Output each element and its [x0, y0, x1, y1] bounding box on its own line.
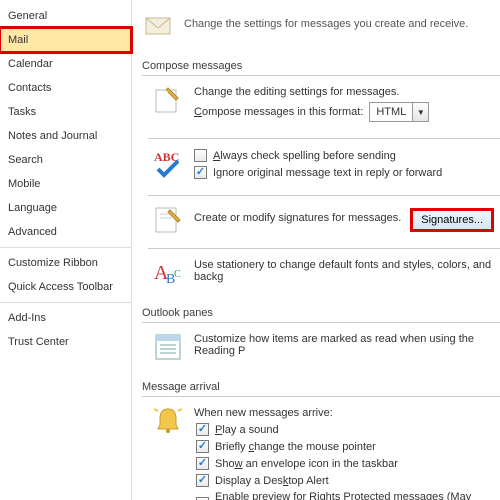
- change-pointer-label: Briefly change the mouse pointer: [215, 441, 376, 453]
- sidebar-separator: [0, 247, 131, 248]
- edit-icon: [152, 84, 184, 116]
- play-sound-checkbox[interactable]: [196, 423, 209, 436]
- sidebar-item-calendar[interactable]: Calendar: [0, 52, 131, 76]
- sidebar-item-search[interactable]: Search: [0, 148, 131, 172]
- bell-icon: [152, 405, 184, 437]
- arrival-intro: When new messages arrive:: [194, 407, 500, 419]
- signatures-button[interactable]: Signatures...: [412, 210, 492, 230]
- hero-text: Change the settings for messages you cre…: [184, 18, 468, 30]
- sidebar-item-trust-center[interactable]: Trust Center: [0, 330, 131, 354]
- ignore-original-checkbox[interactable]: [194, 166, 207, 179]
- section-panes-title: Outlook panes: [142, 303, 500, 323]
- options-sidebar: General Mail Calendar Contacts Tasks Not…: [0, 0, 132, 500]
- sidebar-item-mobile[interactable]: Mobile: [0, 172, 131, 196]
- sidebar-item-language[interactable]: Language: [0, 196, 131, 220]
- envelope-taskbar-checkbox[interactable]: [196, 457, 209, 470]
- sidebar-item-quick-access-toolbar[interactable]: Quick Access Toolbar: [0, 275, 131, 299]
- sidebar-separator: [0, 302, 131, 303]
- rights-protected-label: Enable preview for Rights Protected mess…: [215, 491, 500, 500]
- compose-format-dropdown[interactable]: HTML ▼: [369, 102, 429, 122]
- chevron-down-icon[interactable]: ▼: [412, 103, 428, 121]
- reading-pane-text: Customize how items are marked as read w…: [194, 333, 500, 357]
- envelope-taskbar-label: Show an envelope icon in the taskbar: [215, 458, 398, 470]
- sidebar-item-general[interactable]: General: [0, 4, 131, 28]
- sidebar-item-tasks[interactable]: Tasks: [0, 100, 131, 124]
- hero: Change the settings for messages you cre…: [142, 6, 500, 48]
- reading-pane-icon: [152, 331, 184, 363]
- divider: [148, 248, 500, 249]
- desktop-alert-label: Display a Desktop Alert: [215, 475, 329, 487]
- ignore-original-label: Ignore original message text in reply or…: [213, 167, 442, 179]
- section-compose-title: Compose messages: [142, 56, 500, 76]
- stationery-text: Use stationery to change default fonts a…: [194, 259, 500, 283]
- main-panel: Change the settings for messages you cre…: [132, 0, 500, 500]
- signature-icon: [152, 204, 184, 236]
- sidebar-item-mail[interactable]: Mail: [0, 28, 131, 52]
- always-check-spelling-label: Always check spelling before sending: [213, 150, 396, 162]
- section-arrival-title: Message arrival: [142, 377, 500, 397]
- stationery-icon: A B C: [152, 257, 184, 289]
- spellcheck-icon: ABC: [152, 147, 184, 179]
- sidebar-item-notes-journal[interactable]: Notes and Journal: [0, 124, 131, 148]
- divider: [148, 138, 500, 139]
- sidebar-item-advanced[interactable]: Advanced: [0, 220, 131, 244]
- always-check-spelling-checkbox[interactable]: [194, 149, 207, 162]
- rights-protected-checkbox[interactable]: [196, 497, 209, 500]
- svg-text:C: C: [174, 269, 181, 280]
- divider: [148, 195, 500, 196]
- sidebar-item-contacts[interactable]: Contacts: [0, 76, 131, 100]
- change-pointer-checkbox[interactable]: [196, 440, 209, 453]
- desktop-alert-checkbox[interactable]: [196, 474, 209, 487]
- compose-format-label: Compose messages in this format:: [194, 106, 363, 118]
- sidebar-item-add-ins[interactable]: Add-Ins: [0, 306, 131, 330]
- compose-format-value: HTML: [370, 106, 412, 118]
- signatures-text: Create or modify signatures for messages…: [194, 212, 401, 224]
- envelope-icon: [142, 8, 174, 40]
- editing-settings-text: Change the editing settings for messages…: [194, 86, 500, 98]
- sidebar-item-customize-ribbon[interactable]: Customize Ribbon: [0, 251, 131, 275]
- play-sound-label: Play a sound: [215, 424, 279, 436]
